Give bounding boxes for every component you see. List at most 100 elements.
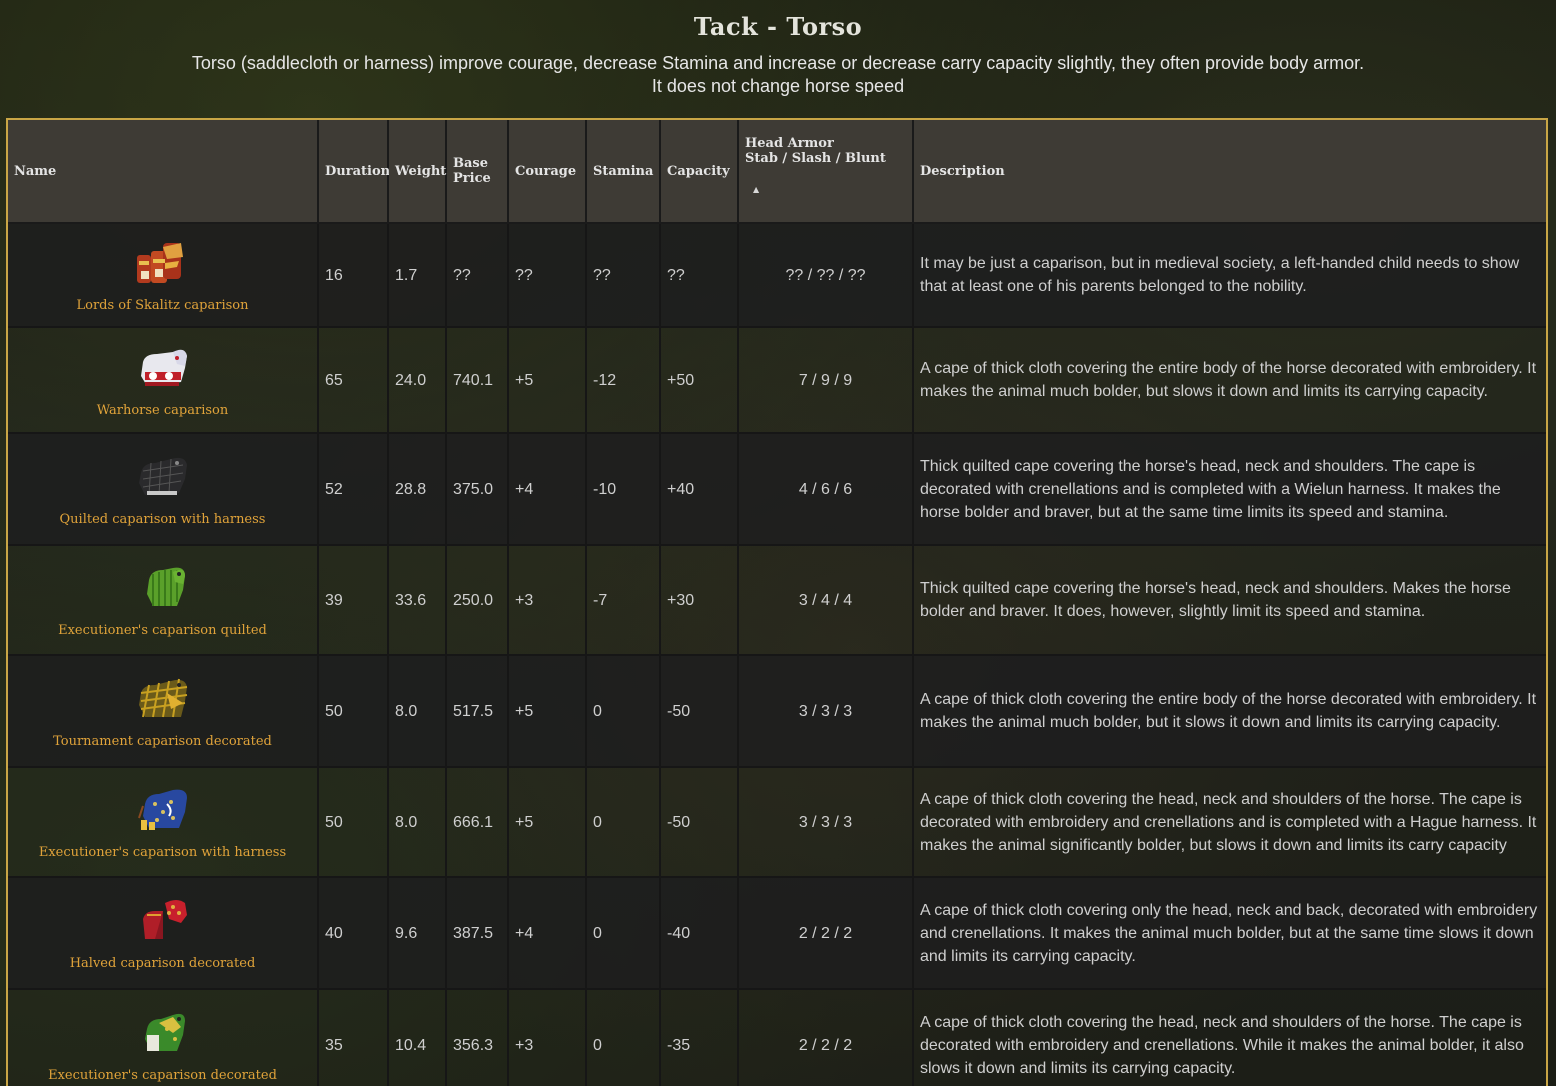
- description-cell: A cape of thick cloth covering the entir…: [913, 327, 1546, 434]
- stamina-cell: 0: [586, 655, 661, 768]
- description-cell: A cape of thick cloth covering the head,…: [913, 767, 1546, 878]
- lords-caparison-icon: [14, 237, 311, 296]
- executioner-quilted-icon: [14, 562, 311, 621]
- duration-cell: 40: [318, 877, 389, 990]
- page-subtitle: Torso (saddlecloth or harness) improve c…: [0, 52, 1556, 98]
- table-row: Tournament caparison decorated 50 8.0 517.5…: [8, 655, 1546, 768]
- capacity-cell: -35: [660, 989, 739, 1086]
- head-armor-cell: ?? / ?? / ??: [738, 223, 914, 328]
- item-name-cell[interactable]: Executioner's caparison with harness: [8, 767, 319, 878]
- capacity-cell: -40: [660, 877, 739, 990]
- tack-table-container: Name Duration Weight Base Price Courage S…: [6, 118, 1548, 1086]
- table-row: Halved caparison decorated 40 9.6 387.5 +4 0-…: [8, 877, 1546, 990]
- courage-cell: +4: [508, 433, 587, 546]
- weight-cell: 28.8: [388, 433, 447, 546]
- capacity-cell: +30: [660, 545, 739, 656]
- base-price-line-2: Price: [453, 171, 491, 186]
- head-armor-cell: 2 / 2 / 2: [738, 989, 914, 1086]
- base-price-cell: ??: [446, 223, 509, 328]
- table-row: Warhorse caparison 65 24.0 740.1 +5 -12 +50 7 /…: [8, 327, 1546, 434]
- table-row: Executioner's caparison quilted 39 33.6 250…: [8, 545, 1546, 656]
- head-armor-cell: 7 / 9 / 9: [738, 327, 914, 434]
- duration-cell: 52: [318, 433, 389, 546]
- column-header-courage[interactable]: Courage: [508, 120, 587, 224]
- table-header-row: Name Duration Weight Base Price Courage S…: [8, 120, 1546, 224]
- tack-table: Name Duration Weight Base Price Courage S…: [8, 120, 1546, 1086]
- column-header-head-armor[interactable]: Head Armor Stab / Slash / Blunt ▲: [738, 120, 914, 224]
- courage-cell: +5: [508, 655, 587, 768]
- column-header-duration[interactable]: Duration: [318, 120, 390, 224]
- table-row: Executioner's caparison with harness 50 8.…: [8, 767, 1546, 878]
- page-title: Tack - Torso: [693, 12, 863, 41]
- column-header-capacity[interactable]: Capacity: [660, 120, 739, 224]
- description-cell: A cape of thick cloth covering the entir…: [913, 655, 1546, 768]
- item-name[interactable]: Executioner's caparison quilted: [14, 623, 311, 638]
- capacity-cell: -50: [660, 767, 739, 878]
- item-name[interactable]: Halved caparison decorated: [14, 956, 311, 971]
- duration-cell: 50: [318, 767, 389, 878]
- warhorse-caparison-icon: [14, 342, 311, 401]
- head-armor-cell: 4 / 6 / 6: [738, 433, 914, 546]
- stamina-cell: -10: [586, 433, 661, 546]
- weight-cell: 33.6: [388, 545, 447, 656]
- sort-ascending-icon: ▲: [753, 185, 760, 194]
- item-name[interactable]: Warhorse caparison: [14, 403, 311, 418]
- item-name[interactable]: Lords of Skalitz caparison: [14, 298, 311, 313]
- item-name-cell[interactable]: Halved caparison decorated: [8, 877, 319, 990]
- courage-cell: +3: [508, 545, 587, 656]
- stamina-cell: 0: [586, 877, 661, 990]
- item-name-cell[interactable]: Executioner's caparison decorated: [8, 989, 319, 1086]
- base-price-cell: 375.0: [446, 433, 509, 546]
- capacity-cell: -50: [660, 655, 739, 768]
- courage-cell: ??: [508, 223, 587, 328]
- tournament-caparison-icon: [14, 673, 311, 732]
- executioner-decorated-icon: [14, 1007, 311, 1066]
- weight-cell: 24.0: [388, 327, 447, 434]
- base-price-cell: 250.0: [446, 545, 509, 656]
- item-name[interactable]: Executioner's caparison with harness: [14, 845, 311, 860]
- item-name-cell[interactable]: Executioner's caparison quilted: [8, 545, 319, 656]
- column-header-name[interactable]: Name: [8, 120, 319, 224]
- description-cell: A cape of thick cloth covering the head,…: [913, 989, 1546, 1086]
- column-header-base-price[interactable]: Base Price: [446, 120, 509, 224]
- description-cell: Thick quilted cape covering the horse's …: [913, 433, 1546, 546]
- duration-cell: 50: [318, 655, 389, 768]
- head-armor-cell: 3 / 3 / 3: [738, 655, 914, 768]
- head-armor-cell: 3 / 3 / 3: [738, 767, 914, 878]
- capacity-cell: +50: [660, 327, 739, 434]
- quilted-caparison-icon: [14, 451, 311, 510]
- item-name[interactable]: Tournament caparison decorated: [14, 734, 311, 749]
- description-cell: It may be just a caparison, but in medie…: [913, 223, 1546, 328]
- courage-cell: +5: [508, 327, 587, 434]
- stamina-cell: -7: [586, 545, 661, 656]
- table-row: Executioner's caparison decorated 35 10.4 3…: [8, 989, 1546, 1086]
- stamina-cell: ??: [586, 223, 661, 328]
- item-name[interactable]: Quilted caparison with harness: [14, 512, 311, 527]
- item-name[interactable]: Executioner's caparison decorated: [14, 1068, 311, 1083]
- duration-cell: 16: [318, 223, 389, 328]
- base-price-cell: 356.3: [446, 989, 509, 1086]
- weight-cell: 10.4: [388, 989, 447, 1086]
- weight-cell: 8.0: [388, 767, 447, 878]
- item-name-cell[interactable]: Warhorse caparison: [8, 327, 319, 434]
- item-name-cell[interactable]: Tournament caparison decorated: [8, 655, 319, 768]
- executioner-harness-icon: [14, 784, 311, 843]
- subtitle-line-1: Torso (saddlecloth or harness) improve c…: [191, 53, 1365, 73]
- column-header-weight[interactable]: Weight: [388, 120, 447, 224]
- weight-cell: 8.0: [388, 655, 447, 768]
- column-header-stamina[interactable]: Stamina: [586, 120, 661, 224]
- head-armor-line-1: Head Armor: [745, 136, 834, 151]
- capacity-cell: +40: [660, 433, 739, 546]
- stamina-cell: -12: [586, 327, 661, 434]
- courage-cell: +4: [508, 877, 587, 990]
- base-price-cell: 740.1: [446, 327, 509, 434]
- table-row: Lords of Skalitz caparison 16 1.7?????????…: [8, 223, 1546, 328]
- duration-cell: 35: [318, 989, 389, 1086]
- stamina-cell: 0: [586, 989, 661, 1086]
- courage-cell: +3: [508, 989, 587, 1086]
- weight-cell: 1.7: [388, 223, 447, 328]
- column-header-description[interactable]: Description: [913, 120, 1546, 224]
- item-name-cell[interactable]: Lords of Skalitz caparison: [8, 223, 319, 328]
- item-name-cell[interactable]: Quilted caparison with harness: [8, 433, 319, 546]
- duration-cell: 65: [318, 327, 389, 434]
